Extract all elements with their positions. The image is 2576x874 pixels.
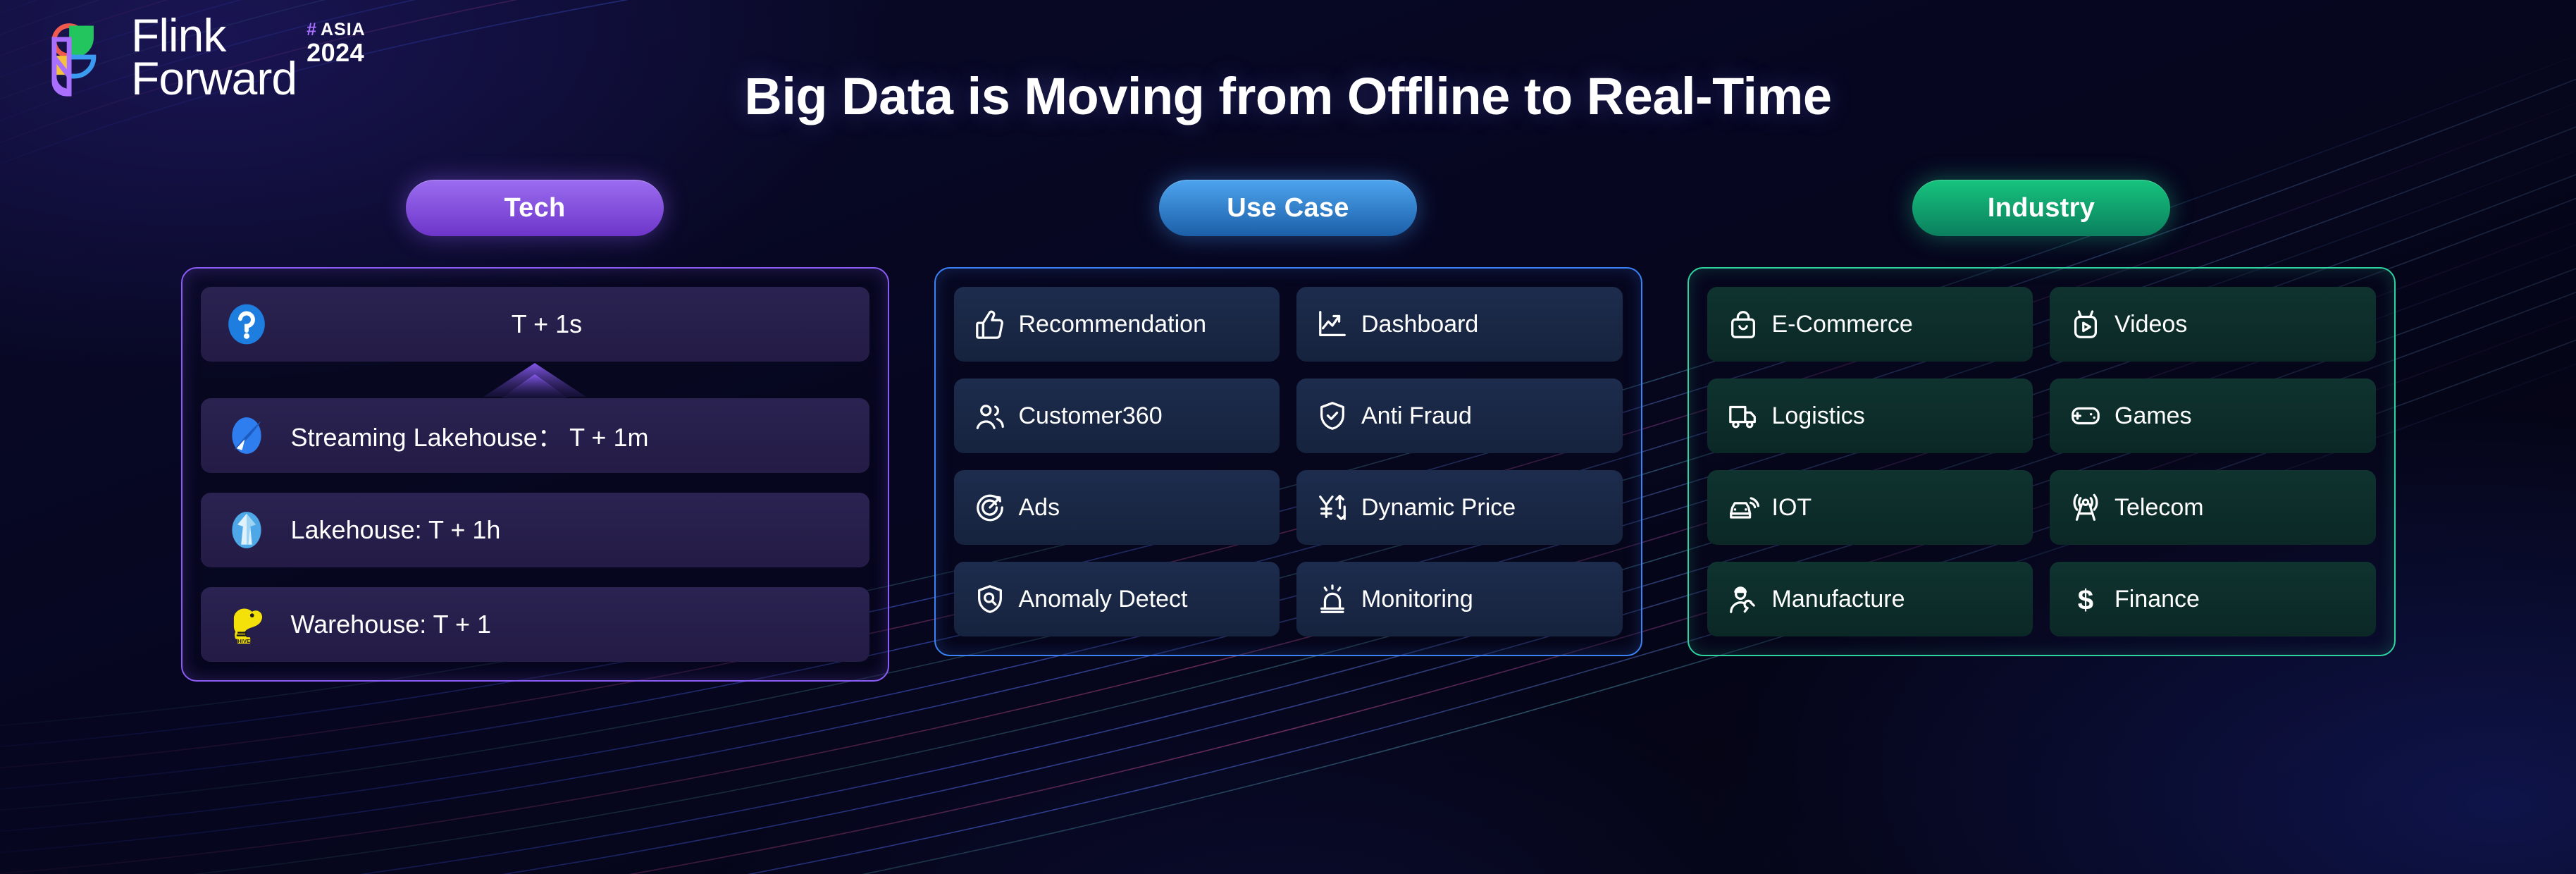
usecase-grid: Recommendation Dashboard Customer360 Ant…: [953, 287, 1623, 636]
tech-card-streaming-lakehouse[interactable]: Streaming Lakehouse： T + 1m: [200, 398, 869, 473]
panel-tech: T + 1s Streaming Lakehouse： T + 1m Lakeh…: [180, 267, 889, 682]
connected-car-icon: [1727, 491, 1759, 524]
worker-wrench-icon: [1727, 583, 1759, 615]
industry-card-finance[interactable]: $ Finance: [2050, 562, 2376, 636]
usecase-label: Anomaly Detect: [1018, 585, 1188, 613]
shield-check-icon: [1316, 400, 1349, 432]
brand-name-line1: Flink: [131, 9, 226, 61]
thumbs-up-icon: [974, 308, 1006, 340]
usecase-card-ads[interactable]: Ads: [953, 470, 1280, 545]
iceberg-logo-icon: [225, 508, 268, 552]
industry-label: Games: [2114, 402, 2192, 429]
industry-grid: E-Commerce Videos Logistics Games IOT Te…: [1707, 287, 2376, 636]
industry-label: Manufacture: [1771, 585, 1905, 613]
hive-logo-icon: HIVE: [225, 603, 268, 646]
tv-play-icon: [2069, 308, 2102, 340]
industry-label: Finance: [2114, 585, 2200, 613]
industry-card-telecom[interactable]: Telecom: [2050, 470, 2376, 545]
tech-label: T + 1s: [511, 309, 583, 338]
tech-label: Warehouse: T + 1: [290, 610, 492, 639]
usecase-card-customer360[interactable]: Customer360: [953, 378, 1280, 453]
usecase-card-anomaly-detect[interactable]: Anomaly Detect: [953, 562, 1280, 636]
usecase-label: Dashboard: [1361, 310, 1479, 338]
users-icon: [974, 400, 1006, 432]
usecase-label: Recommendation: [1018, 310, 1206, 338]
panel-usecase: Recommendation Dashboard Customer360 Ant…: [934, 267, 1642, 656]
industry-card-videos[interactable]: Videos: [2050, 287, 2376, 362]
industry-label: Videos: [2114, 310, 2188, 338]
usecase-card-dashboard[interactable]: Dashboard: [1296, 287, 1623, 362]
yen-price-arrows-icon: [1316, 491, 1349, 524]
usecase-label: Dynamic Price: [1361, 493, 1516, 521]
dollar-sign-icon: $: [2069, 583, 2102, 615]
tech-card-lakehouse[interactable]: Lakehouse: T + 1h: [200, 493, 869, 567]
brand-year: 2024: [306, 38, 365, 67]
slide-title: Big Data is Moving from Offline to Real-…: [744, 67, 1832, 125]
industry-card-logistics[interactable]: Logistics: [1707, 378, 2033, 453]
tech-upward-arrow: [201, 362, 869, 398]
line-chart-icon: [1316, 308, 1349, 340]
column-header-usecase[interactable]: Use Case: [1159, 180, 1417, 236]
svg-text:$: $: [2078, 584, 2093, 615]
industry-card-games[interactable]: Games: [2050, 378, 2376, 453]
svg-text:HIVE: HIVE: [237, 638, 250, 644]
tech-label: Streaming Lakehouse： T + 1m: [290, 423, 649, 452]
tech-label: Lakehouse: T + 1h: [290, 515, 501, 544]
usecase-label: Anti Fraud: [1361, 402, 1472, 429]
column-tech: Tech T + 1s Streaming Lakehouse： T + 1m …: [180, 180, 889, 682]
usecase-label: Monitoring: [1361, 585, 1473, 613]
target-arrow-icon: [974, 491, 1006, 524]
gamepad-icon: [2069, 400, 2102, 432]
paimon-logo-icon: [225, 414, 268, 457]
usecase-card-dynamic-price[interactable]: Dynamic Price: [1296, 470, 1623, 545]
tech-card-latency[interactable]: T + 1s: [200, 287, 869, 362]
signal-tower-icon: [2069, 491, 2102, 524]
tech-card-warehouse[interactable]: HIVE Warehouse: T + 1: [200, 587, 869, 662]
industry-label: E-Commerce: [1771, 310, 1913, 338]
usecase-card-recommendation[interactable]: Recommendation: [953, 287, 1280, 362]
columns-container: Tech T + 1s Streaming Lakehouse： T + 1m …: [0, 0, 2576, 874]
usecase-label: Customer360: [1018, 402, 1163, 429]
double-chevron-up-icon: [483, 363, 586, 398]
question-mark-circle-icon: [225, 302, 268, 346]
hash-icon: #: [306, 20, 317, 39]
shield-search-icon: [974, 583, 1006, 615]
brand-region: ASIA: [320, 20, 366, 39]
usecase-card-monitoring[interactable]: Monitoring: [1296, 562, 1623, 636]
alarm-siren-icon: [1316, 583, 1349, 615]
column-industry: Industry E-Commerce Videos Logistics Gam…: [1687, 180, 2396, 656]
shopping-bag-icon: [1727, 308, 1759, 340]
industry-label: IOT: [1771, 493, 1812, 521]
column-usecase: Use Case Recommendation Dashboard Custom…: [934, 180, 1642, 656]
industry-label: Telecom: [2114, 493, 2204, 521]
usecase-label: Ads: [1018, 493, 1060, 521]
panel-industry: E-Commerce Videos Logistics Games IOT Te…: [1687, 267, 2396, 656]
usecase-card-anti-fraud[interactable]: Anti Fraud: [1296, 378, 1623, 453]
industry-card-e-commerce[interactable]: E-Commerce: [1707, 287, 2033, 362]
column-header-industry[interactable]: Industry: [1912, 180, 2170, 236]
industry-card-manufacture[interactable]: Manufacture: [1707, 562, 2033, 636]
column-header-tech[interactable]: Tech: [406, 180, 664, 236]
industry-label: Logistics: [1771, 402, 1865, 429]
delivery-truck-icon: [1727, 400, 1759, 432]
industry-card-iot[interactable]: IOT: [1707, 470, 2033, 545]
